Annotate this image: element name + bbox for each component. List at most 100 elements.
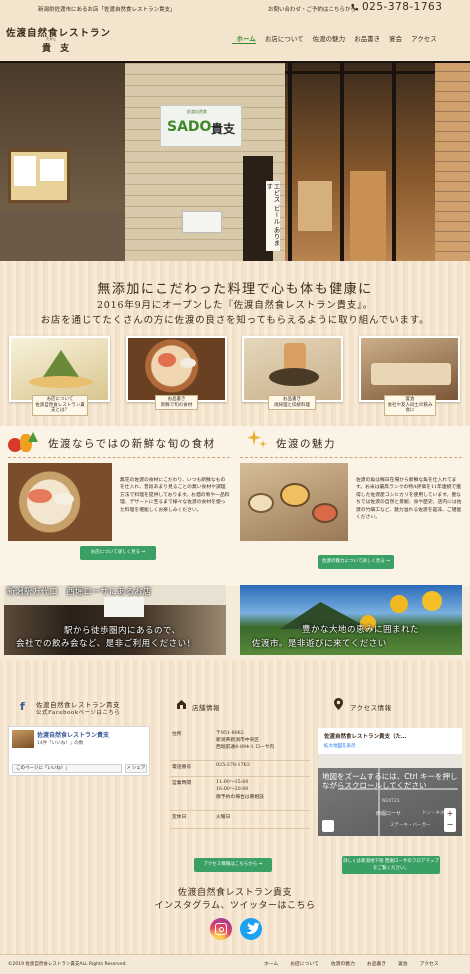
thumb-dishes-jar xyxy=(284,343,306,371)
store-label-phone: 電話番号 xyxy=(170,760,214,777)
thumb-banquet[interactable] xyxy=(359,336,460,402)
notice-paper-2 xyxy=(40,159,64,181)
facebook-title-line2: 公式Facebookページはこちら xyxy=(36,710,121,716)
thumb-about[interactable] xyxy=(9,336,110,402)
access-info-button[interactable]: アクセス情報はこちらから ⇒ xyxy=(194,858,272,872)
store-info-table: 住所 〒951-8062 新潟県新潟市中央区 西堀前通6-894-1 ローサ内 電… xyxy=(170,728,310,829)
google-map[interactable]: 佐渡自然食レストラン貴支（た… 拡大地図を表示 地図をズームするには、Ctrl … xyxy=(318,728,462,836)
table-row: 営業時間 11:00〜15:00 16:00〜20:00 御予約の場合は要相談 xyxy=(170,776,310,811)
phone-number[interactable]: 025-378-1763 xyxy=(362,1,442,13)
charm-more-button[interactable]: 佐渡の魅力について詳しく見る ⇒ xyxy=(318,555,394,569)
intro-line2: お店を通じてたくさんの方に佐渡の良さを知ってもらえるように取り組んでいます。 xyxy=(40,315,430,326)
hero-image: 佐渡自然食 SADO 貴支 エビス ビール あります xyxy=(0,61,470,261)
vegetables-icon xyxy=(8,432,38,454)
logo-line1[interactable]: 佐渡自然食レストラン xyxy=(6,25,111,39)
footer-link-menu[interactable]: お品書き xyxy=(361,960,392,967)
section2-title: 佐渡の魅力 xyxy=(276,438,336,450)
store-label-address: 住所 xyxy=(170,728,214,761)
beer-sign: エビス ビール あります xyxy=(265,181,280,251)
store-value-holiday: 火曜日 xyxy=(214,810,310,829)
banner-location-line2: 会社での飲み会など、是非ご利用ください！ xyxy=(16,639,196,649)
nav-banquet[interactable]: 宴会 xyxy=(385,33,407,43)
notice-paper xyxy=(14,156,36,186)
footer-link-home[interactable]: ホーム xyxy=(258,960,284,967)
facebook-page-thumb xyxy=(12,730,34,748)
logo-line2[interactable]: 貴 支 xyxy=(42,41,72,54)
section1-text: 無花の佐渡の食材にこだわり、いつも新鮮なものを仕入れ、普段あまり見ることの無い食… xyxy=(120,478,230,513)
nav-active-underline xyxy=(232,43,256,44)
thumb-badge-banquet: 宴会 会社や友人同士の飲み会に xyxy=(384,395,436,416)
nav-home[interactable]: ホーム xyxy=(232,33,260,43)
social-line1: 佐渡自然食レストラン貴支 xyxy=(177,888,292,898)
store-value-address: 〒951-8062 新潟県新潟市中央区 西堀前通6-894-1 ローサ内 xyxy=(214,728,310,761)
map-zoom-controls[interactable]: + − xyxy=(444,808,456,832)
footer-link-charm[interactable]: 佐渡の魅力 xyxy=(325,960,361,967)
map-fullscreen-icon[interactable] xyxy=(322,820,334,832)
footer-link-banquet[interactable]: 宴会 xyxy=(392,960,414,967)
right-brick xyxy=(435,61,470,261)
twitter-icon[interactable] xyxy=(240,918,262,940)
section1-divider xyxy=(8,457,230,458)
door-frame-right xyxy=(392,61,396,261)
about-more-button[interactable]: お店について詳しく見る ⇒ xyxy=(80,546,156,560)
section1-photo xyxy=(8,463,112,541)
thumb-seasonal-sashimi xyxy=(180,358,196,368)
instagram-icon[interactable] xyxy=(210,918,232,940)
hero-top-edge xyxy=(0,61,470,63)
table-row: 住所 〒951-8062 新潟県新潟市中央区 西堀前通6-894-1 ローサ内 xyxy=(170,728,310,761)
map-zoom-out[interactable]: − xyxy=(444,820,456,830)
location-pin-icon xyxy=(334,698,343,710)
map-enlarge-link[interactable]: 拡大地図を表示 xyxy=(324,743,356,749)
footer-nav: ホーム お店について 佐渡の魅力 お品書き 宴会 アクセス xyxy=(258,960,445,967)
map-label-rosa: 西堀ローサ xyxy=(376,811,401,817)
facebook-icon: f xyxy=(20,700,25,713)
site-header: 新潟県佐渡市にあるお店「佐渡自然食レストラン貴支」 お問い合わせ・ご予約はこちら… xyxy=(0,0,470,60)
facebook-page-name[interactable]: 佐渡自然食レストラン貴支 xyxy=(37,730,109,739)
thumb-badge-about: お店について 佐渡自然食レストラン貴支とは？ xyxy=(32,395,88,416)
shop-signboard: 佐渡自然食 SADO 貴支 xyxy=(160,105,242,147)
shop-icon xyxy=(177,700,186,709)
floor-map-note-button[interactable]: 詳しくは新潟地下街 西堀ローサのフロアマップをご覧ください。 xyxy=(342,856,440,874)
facebook-like-button[interactable]: このページに「いいね！」 xyxy=(12,764,122,773)
banner-location[interactable]: 新潟駅万代口 西堀ローサにあるお店 駅から徒歩圏内にあるので、 会社での飲み会な… xyxy=(4,585,226,655)
header-tagline: 新潟県佐渡市にあるお店「佐渡自然食レストラン貴支」 xyxy=(38,7,176,13)
facebook-share-button[interactable]: ↗ シェア xyxy=(125,764,147,773)
section2-photo xyxy=(240,463,348,541)
floor xyxy=(0,211,125,261)
footer-link-access[interactable]: アクセス xyxy=(414,960,445,967)
store-value-hours: 11:00〜15:00 16:00〜20:00 御予約の場合は要相談 xyxy=(214,776,310,811)
thumb-dishes-bowl xyxy=(269,368,319,386)
store-label-hours: 営業時間 xyxy=(170,776,214,811)
thumb-badge-dishes: お品書き 尚純理と伝統料理 xyxy=(268,395,316,411)
facebook-widget[interactable]: 佐渡自然食レストラン貴支 14件「いいね！」の数 このページに「いいね！」 ↗ … xyxy=(8,726,150,776)
door-frame-top xyxy=(285,71,435,74)
social-line2: インスタグラム、ツイッターはこちら xyxy=(154,901,316,911)
banner-location-title: 新潟駅万代口 西堀ローサにあるお店 xyxy=(7,587,152,596)
sign-small-text: 佐渡自然食 xyxy=(187,109,207,114)
section2-divider xyxy=(240,457,462,458)
banner-location-line1: 駅から徒歩圏内にあるので、 xyxy=(64,626,181,636)
wall-plate xyxy=(182,211,222,233)
nav-access[interactable]: アクセス xyxy=(407,33,442,43)
map-zoom-in[interactable]: + xyxy=(444,808,456,820)
table-row: 定休日 火曜日 xyxy=(170,810,310,829)
thumb-badge-seasonal: お品書き 新鮮で旬の食材 xyxy=(155,395,198,411)
facebook-likes: 14件「いいね！」の数 xyxy=(37,741,84,746)
thumb-banquet-table xyxy=(371,363,451,385)
nav-menu[interactable]: お品書き xyxy=(350,33,385,43)
access-title: アクセス情報 xyxy=(350,704,392,712)
thumb-seasonal[interactable] xyxy=(126,336,227,402)
banner-nature-line2: 佐渡市。是非遊びに来てください xyxy=(252,639,387,649)
intro-line1: 2016年9月にオープンした『佐渡自然食レストラン貴支』。 xyxy=(96,300,374,311)
thumb-dishes[interactable] xyxy=(242,336,343,402)
sign-brand: SADO xyxy=(167,119,212,135)
nav-charm[interactable]: 佐渡の魅力 xyxy=(308,33,350,43)
nav-about[interactable]: お店について xyxy=(260,33,308,43)
table-row: 電話番号 025-378-1763 xyxy=(170,760,310,777)
thumb-seasonal-fish xyxy=(158,353,176,367)
store-info-title: 店舗情報 xyxy=(192,704,220,712)
footer-link-about[interactable]: お店について xyxy=(284,960,325,967)
banner-nature[interactable]: 豊かな大地の恵みに囲まれた 佐渡市。是非遊びに来てください xyxy=(240,585,462,655)
sparkle-icon xyxy=(246,428,268,450)
store-value-phone[interactable]: 025-378-1763 xyxy=(214,760,310,777)
